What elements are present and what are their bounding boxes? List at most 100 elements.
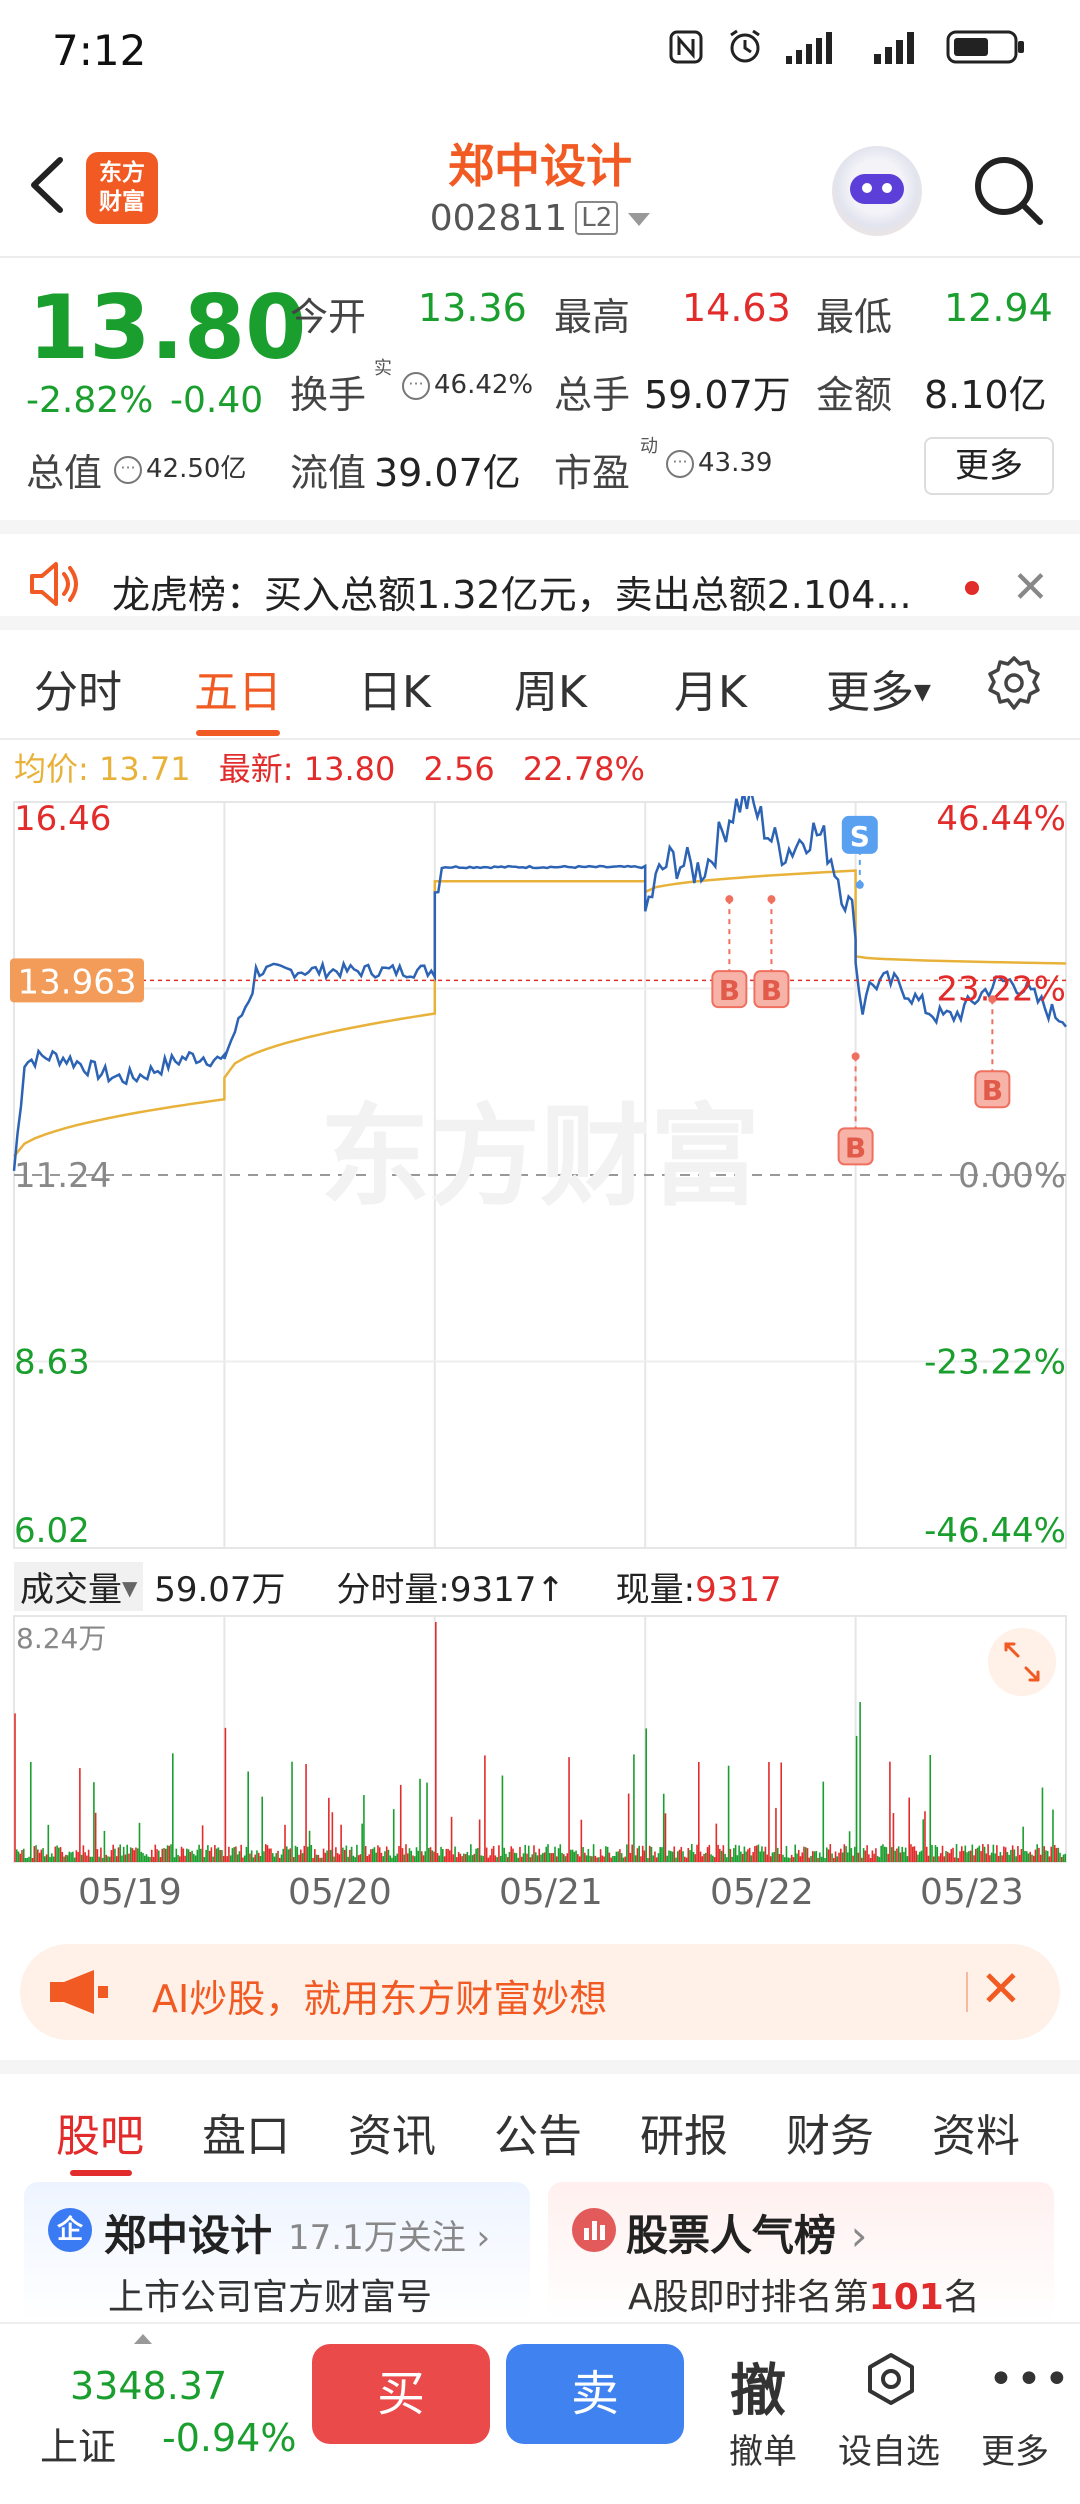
tab-news[interactable]: 资讯 [348,2100,436,2164]
signal-icon [786,32,832,64]
current-volume-label: 现量: [615,1570,696,1610]
caret-up-icon [134,2334,152,2344]
popularity-rank-card[interactable]: 股票人气榜 › A股即时排名第101名 [548,2182,1054,2322]
marker-label: B [761,974,782,1007]
pe-label: 市盈 [554,451,631,495]
latest-label: 最新: [218,750,294,788]
tab-weekly-k[interactable]: 周K [514,656,587,720]
float-value: 39.07亿 [374,451,521,495]
pe-info[interactable]: ··· 43.39 [662,448,772,478]
notice-bar[interactable]: 龙虎榜：买入总额1.32亿元，卖出总额2.104... ✕ [0,520,1080,630]
chevron-right-icon: › [850,2211,868,2260]
unread-dot [965,581,979,595]
change-percent: -2.82% [26,380,154,421]
megaphone-icon [50,1970,108,2014]
y-tick-label: 11.24 [14,1156,111,1196]
tick-volume-value: 9317↑ [449,1570,565,1610]
more-menu-button[interactable]: ••• 更多 [960,2346,1070,2496]
marker-dot [855,880,864,889]
mktcap-info[interactable]: ··· 42.50亿 [110,448,246,485]
sell-button[interactable]: 卖 [506,2344,684,2444]
tab-forum[interactable]: 股吧 [56,2100,144,2164]
card-title: 股票人气榜 › [626,2211,868,2260]
close-icon[interactable]: ✕ [1012,562,1049,613]
tab-daily-k[interactable]: 日K [358,656,431,720]
ai-ad-banner[interactable]: AI炒股，就用东方财富妙想 ✕ [20,1944,1060,2040]
status-time: 7:12 [52,26,147,75]
official-account-card[interactable]: 企 郑中设计 17.1万关注 › 上市公司官方财富号 [24,2182,530,2322]
tab-more[interactable]: 更多▼ [826,656,931,720]
tab-monthly-k[interactable]: 月K [674,656,747,720]
ad-separator [966,1972,968,2012]
nfc-icon [669,30,703,64]
pe-value: 43.39 [698,448,773,478]
tab-orderbook[interactable]: 盘口 [202,2100,290,2164]
tab-intraday[interactable]: 分时 [34,656,122,720]
ai-assistant-robot-icon[interactable] [832,146,922,236]
quote-more-button[interactable]: 更多 [924,437,1054,495]
gear-icon[interactable] [984,654,1044,714]
volume-header: 成交量▼ 59.07万 分时量:9317↑ 现量:9317 [14,1562,782,1611]
watchlist-label: 设自选 [838,2432,940,2472]
card-subtitle: A股即时排名第101名 [628,2277,980,2318]
price-chart[interactable]: 东方财富 13.963 16.46 11.24 8.63 6.02 46.44% 23.22%… [0,796,1080,1556]
search-icon[interactable] [968,150,1048,230]
x-tick-label: 05/20 [288,1872,392,1913]
turnover-info[interactable]: ··· 46.42% [398,370,533,400]
ad-text: AI炒股，就用东方财富妙想 [152,1977,608,2021]
status-bar: 7:12 [0,0,1080,110]
marker-label: B [982,1074,1003,1107]
low-label: 最低 [816,295,893,339]
card-title: 郑中设计 [104,2211,273,2260]
pe-sup: 动 [640,436,658,457]
watermark: 东方财富 [320,1093,760,1221]
high-label: 最高 [554,295,631,339]
crosshair-price-label: 13.963 [18,962,137,1002]
tab-financials[interactable]: 财务 [786,2100,874,2164]
x-tick-label: 05/19 [78,1872,182,1913]
tab-profile[interactable]: 资料 [932,2100,1020,2164]
volume-max-label: 8.24万 [16,1622,106,1655]
marker-label: S [850,820,870,853]
volume-chart: 8.24万 [13,1615,1067,1863]
volume-indicator-select[interactable]: 成交量▼ [14,1562,144,1611]
marker-dot [725,895,734,904]
pct-tick-label: -23.22% [924,1343,1066,1383]
volume-label: 总手 [554,373,631,417]
tab-five-day[interactable]: 五日 [194,656,282,720]
x-tick-label: 05/22 [710,1872,814,1913]
mktcap-value: 42.50亿 [146,454,247,484]
cancel-label: 撤单 [729,2432,797,2472]
marker-label: B [719,974,740,1007]
chart-info-row: 均价: 13.71 最新: 13.80 2.56 22.78% [14,744,645,790]
amount-label: 金额 [816,373,893,417]
cancel-order-button[interactable]: 撤 撤单 [708,2346,818,2496]
marker-dot [988,995,997,1004]
turnover-value: 46.42% [434,370,534,400]
open-value: 13.36 [418,286,527,330]
tab-announcements[interactable]: 公告 [494,2100,582,2164]
notice-text: 龙虎榜：买入总额1.32亿元，卖出总额2.104... [112,573,912,617]
card-subtitle: 上市公司官方财富号 [108,2277,433,2318]
add-watchlist-button[interactable]: 设自选 [834,2346,944,2496]
high-value: 14.63 [682,286,791,330]
tab-research[interactable]: 研报 [640,2100,728,2164]
index-value[interactable]: 3348.37 [70,2364,227,2408]
y-tick-label: 16.46 [14,799,111,839]
follower-count: 17.1万关注 › [288,2218,491,2258]
pct-tick-label: 23.22% [936,970,1066,1010]
speaker-icon [30,562,78,606]
buy-button[interactable]: 买 [312,2344,490,2444]
caret-down-icon: ▼ [122,1576,138,1600]
current-volume-value: 9317 [695,1570,782,1610]
open-label: 今开 [290,295,367,339]
caret-down-icon: ▼ [914,680,931,705]
marker-dot [851,1052,860,1061]
volume-frame [13,1615,1067,1863]
marker-label: B [845,1131,866,1164]
last-price: 13.80 [28,276,307,379]
amount-value: 8.10亿 [924,373,1047,417]
content-tabs: 股吧 盘口 资讯 公告 研报 财务 资料 [0,2060,1080,2176]
close-icon[interactable]: ✕ [980,1960,1022,2018]
alarm-icon [730,29,760,63]
